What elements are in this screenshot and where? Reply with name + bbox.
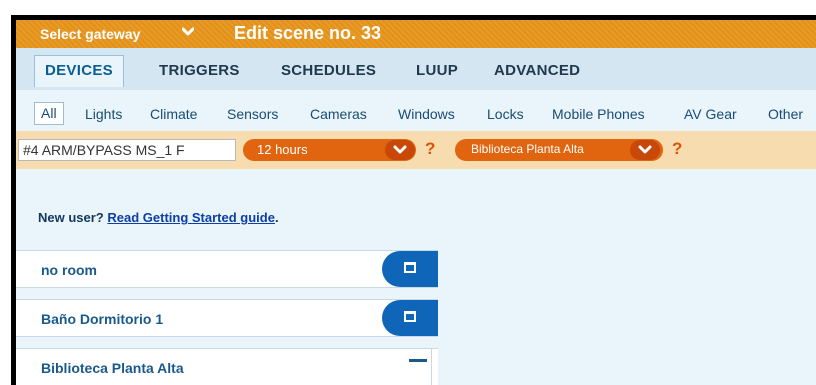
room-row-biblioteca-planta-alta[interactable]: Biblioteca Planta Alta: [16, 348, 438, 385]
collapse-room-button[interactable]: [407, 349, 432, 385]
app-frame: Select gateway Edit scene no. 33 DEVICES…: [11, 15, 816, 385]
room-dropdown-button[interactable]: [630, 140, 660, 160]
room-help-icon[interactable]: ?: [672, 139, 682, 159]
duration-select-value: 12 hours: [257, 142, 308, 157]
category-other[interactable]: Other: [768, 106, 803, 122]
duration-select[interactable]: 12 hours: [243, 139, 416, 161]
room-row-bano-dormitorio-1[interactable]: Baño Dormitorio 1: [16, 299, 438, 337]
room-name: no room: [41, 262, 97, 278]
expand-room-button[interactable]: [382, 300, 438, 336]
chevron-down-icon: [393, 145, 407, 154]
app-window: Select gateway Edit scene no. 33 DEVICES…: [16, 20, 816, 385]
duration-help-icon[interactable]: ?: [425, 139, 435, 159]
new-user-suffix: .: [274, 210, 279, 225]
tab-schedules[interactable]: SCHEDULES: [281, 62, 376, 79]
window-icon: [404, 262, 416, 273]
room-select[interactable]: Biblioteca Planta Alta: [455, 139, 663, 161]
room-row-no-room[interactable]: no room: [16, 250, 438, 288]
room-select-value: Biblioteca Planta Alta: [471, 142, 584, 156]
tab-triggers[interactable]: TRIGGERS: [159, 62, 240, 79]
category-lights[interactable]: Lights: [85, 106, 122, 122]
scene-header: Select gateway Edit scene no. 33: [16, 20, 816, 48]
chevron-down-icon: [638, 145, 652, 154]
getting-started-link[interactable]: Read Getting Started guide: [107, 210, 275, 225]
room-name: Baño Dormitorio 1: [41, 311, 164, 327]
duration-dropdown-button[interactable]: [385, 140, 415, 160]
new-user-prefix: New user?: [38, 210, 104, 225]
category-windows[interactable]: Windows: [398, 106, 455, 122]
category-mobile-phones[interactable]: Mobile Phones: [552, 106, 645, 122]
trigger-row: 12 hours ? Biblioteca Planta Alta ?: [16, 131, 816, 169]
category-all[interactable]: All: [34, 102, 64, 125]
tab-advanced[interactable]: ADVANCED: [494, 62, 580, 79]
page-title: Edit scene no. 33: [234, 23, 382, 43]
tab-devices[interactable]: DEVICES: [34, 55, 124, 87]
category-av-gear[interactable]: AV Gear: [684, 106, 737, 122]
select-gateway-button[interactable]: Select gateway: [40, 26, 140, 42]
room-name: Biblioteca Planta Alta: [41, 360, 184, 376]
device-category-filter: All Lights Climate Sensors Cameras Windo…: [16, 90, 816, 132]
expand-room-button[interactable]: [382, 251, 438, 287]
category-climate[interactable]: Climate: [150, 106, 197, 122]
tab-luup[interactable]: LUUP: [416, 62, 458, 79]
category-locks[interactable]: Locks: [487, 106, 524, 122]
category-sensors[interactable]: Sensors: [227, 106, 278, 122]
window-icon: [404, 311, 416, 322]
new-user-notice: New user? Read Getting Started guide.: [38, 210, 279, 225]
minus-icon: [409, 359, 427, 362]
tab-bar: DEVICES TRIGGERS SCHEDULES LUUP ADVANCED: [16, 48, 816, 90]
chevron-down-icon[interactable]: [182, 26, 194, 38]
category-cameras[interactable]: Cameras: [310, 106, 367, 122]
trigger-name-input[interactable]: [18, 139, 236, 161]
